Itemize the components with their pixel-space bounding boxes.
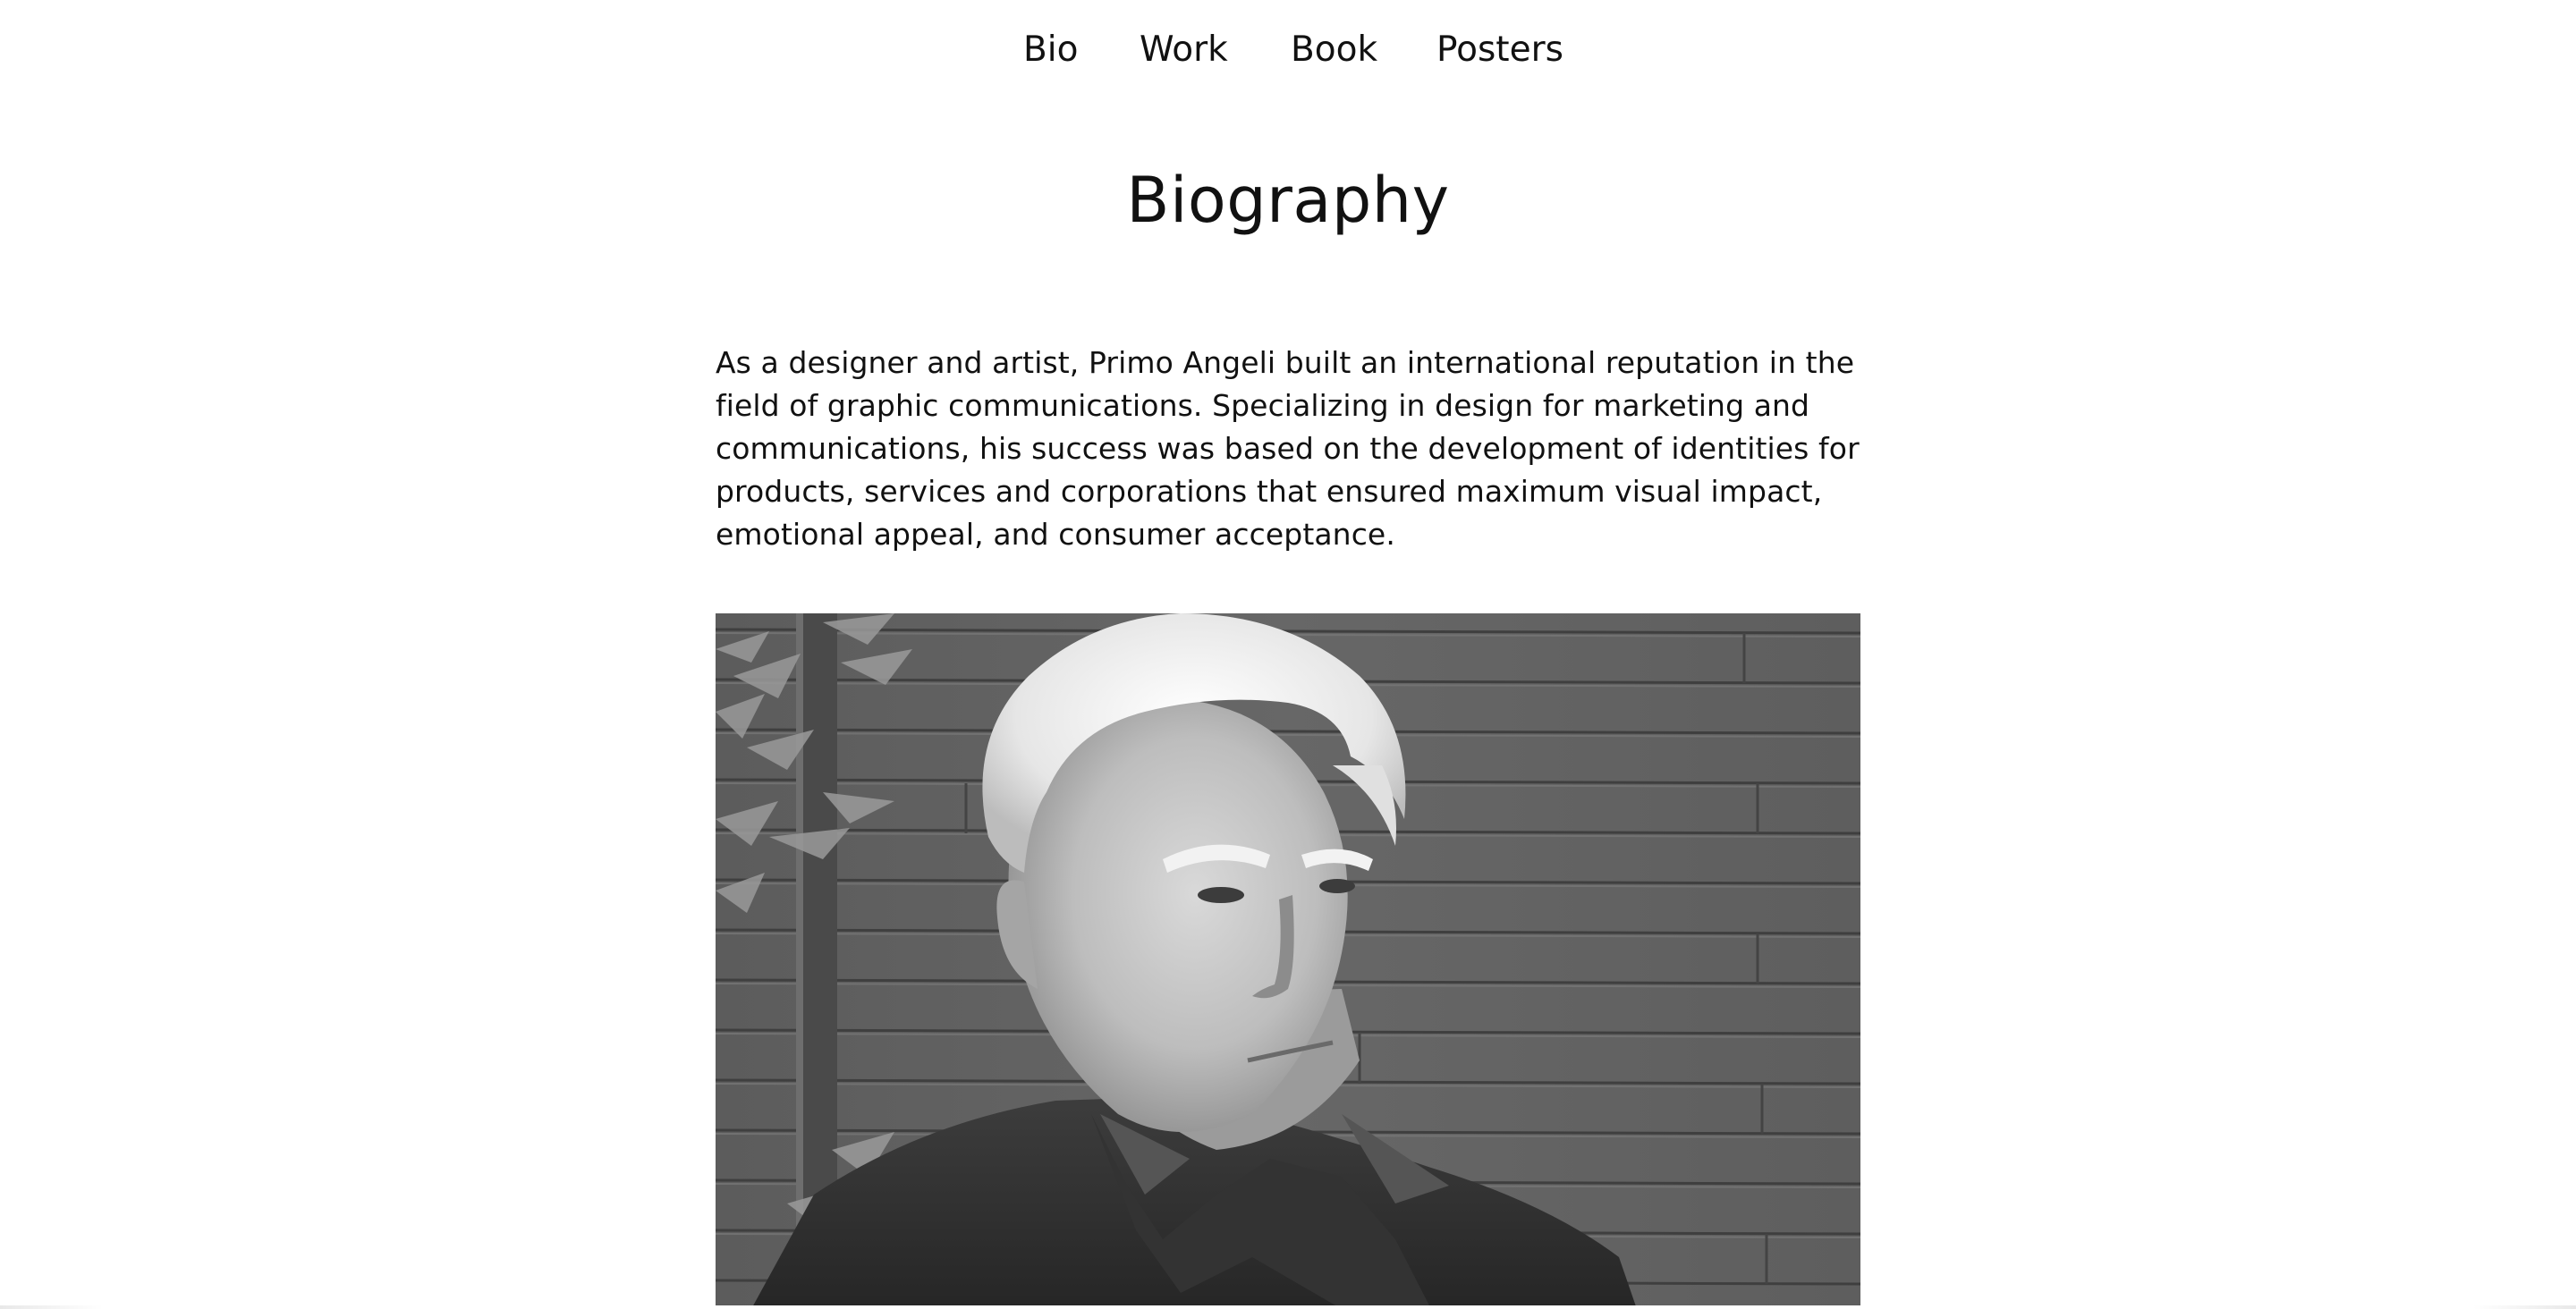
nav-link-work[interactable]: Work [1140,23,1228,77]
nav-link-book[interactable]: Book [1291,23,1377,77]
biography-page: Bio Work Book Posters Biography As a des… [0,0,2576,1309]
portrait-photo [716,613,1860,1309]
main-navigation: Bio Work Book Posters [0,23,2576,77]
biography-paragraph: As a designer and artist, Primo Angeli b… [716,345,1860,552]
bottom-edge-shade [0,1305,2576,1309]
nav-link-posters[interactable]: Posters [1436,23,1563,77]
portrait-image [716,613,1860,1309]
page-title: Biography [1126,164,1450,237]
nav-link-bio[interactable]: Bio [1023,23,1078,77]
